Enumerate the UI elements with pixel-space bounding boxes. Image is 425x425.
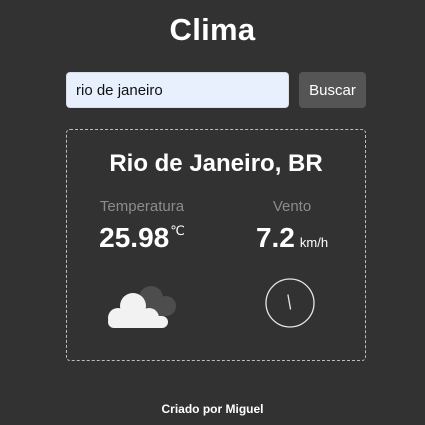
search-button[interactable]: Buscar — [299, 72, 366, 108]
app-title: Clima — [169, 12, 256, 47]
wind-direction-icon — [265, 278, 315, 328]
cloud-icon — [108, 286, 176, 328]
weather-card: Rio de Janeiro, BR Temperatura 25.98℃ Ve… — [66, 129, 366, 361]
wind-value: 7.2 — [255, 222, 295, 253]
wind-section: Vento 7.2 km/h — [217, 198, 367, 254]
temperature-label: Temperatura — [99, 198, 185, 215]
footer-credit: Criado por Miguel — [161, 402, 264, 416]
wind-unit: km/h — [299, 235, 329, 250]
temperature-unit: ℃ — [170, 223, 185, 238]
temperature-section: Temperatura 25.98℃ — [67, 198, 217, 254]
city-name: Rio de Janeiro, BR — [109, 150, 323, 177]
wind-label: Vento — [272, 198, 312, 215]
weather-app: Clima Buscar Rio de Janeiro, BR Temperat… — [0, 0, 425, 425]
temperature-value: 25.98 — [99, 222, 170, 253]
city-search-input[interactable] — [66, 72, 289, 108]
